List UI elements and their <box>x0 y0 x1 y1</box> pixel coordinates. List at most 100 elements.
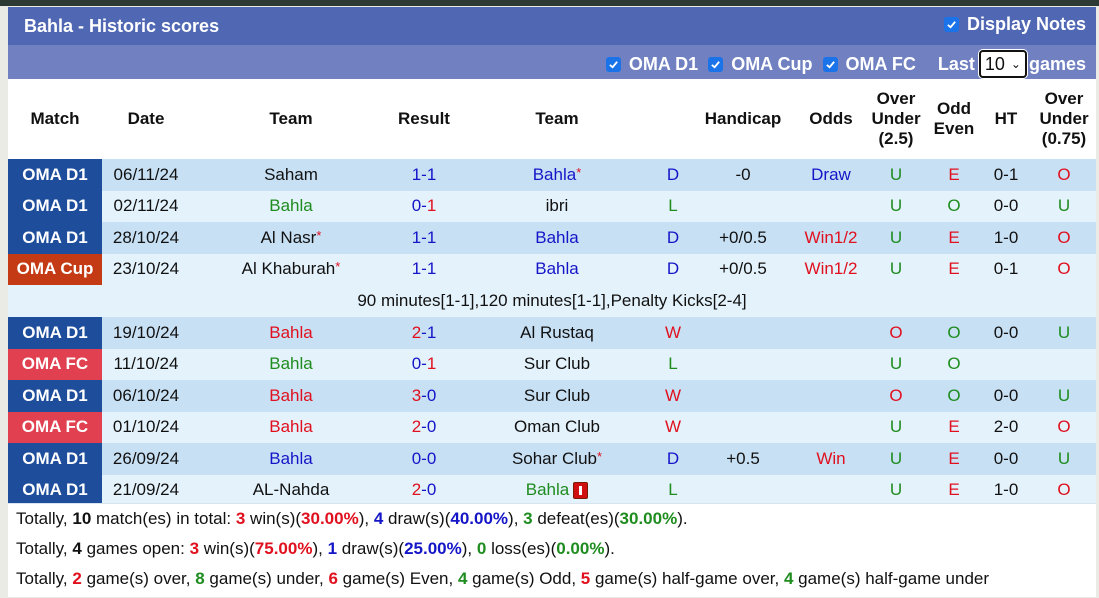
league-badge-text[interactable]: OMA D1 <box>22 480 88 499</box>
away-team[interactable]: Bahla <box>456 474 658 506</box>
away-team[interactable]: Bahla* <box>456 159 658 191</box>
home-team[interactable]: Al Nasr* <box>190 222 392 254</box>
home-team[interactable]: Bahla <box>190 411 392 443</box>
away-team-text[interactable]: Bahla <box>526 480 569 499</box>
home-team-text[interactable]: Bahla <box>269 449 312 468</box>
league-badge-text[interactable]: OMA D1 <box>22 196 88 215</box>
match-date-text: 02/11/24 <box>113 196 179 216</box>
league-badge-text[interactable]: OMA D1 <box>22 386 88 405</box>
away-team-text[interactable]: Sohar Club <box>512 449 597 468</box>
league-badge[interactable]: OMA D1 <box>8 380 102 412</box>
home-team[interactable]: Al Khaburah* <box>190 253 392 285</box>
away-team-text[interactable]: Al Rustaq <box>520 323 594 342</box>
away-team-text[interactable]: Bahla <box>535 259 578 278</box>
match-result[interactable]: 1-1 <box>392 222 456 254</box>
handicap-text: +0/0.5 <box>719 227 767 247</box>
games-count-select[interactable]: 10 ⌄ <box>978 50 1027 78</box>
home-team-text[interactable]: Al Khaburah <box>242 259 336 278</box>
away-team[interactable]: Bahla <box>456 222 658 254</box>
match-result[interactable]: 0-0 <box>392 443 456 475</box>
league-badge[interactable]: OMA Cup <box>8 253 102 285</box>
league-badge-text[interactable]: OMA Cup <box>17 259 94 278</box>
match-result[interactable]: 1-1 <box>392 159 456 191</box>
league-badge[interactable]: OMA D1 <box>8 443 102 475</box>
table-row[interactable]: OMA FC 01/10/24 Bahla 2-0 Oman Club W U E 2-0 O <box>8 411 1096 443</box>
league-badge-text[interactable]: OMA D1 <box>22 323 88 342</box>
league-badge-text[interactable]: OMA D1 <box>22 165 88 184</box>
odd-even: E <box>928 443 980 475</box>
league-badge[interactable]: OMA D1 <box>8 317 102 349</box>
away-team[interactable]: Sur Club <box>456 348 658 380</box>
odds-result <box>798 190 864 222</box>
league-badge[interactable]: OMA FC <box>8 411 102 443</box>
home-team[interactable]: Bahla <box>190 317 392 349</box>
league-badge-text[interactable]: OMA D1 <box>22 449 88 468</box>
home-team[interactable]: Bahla <box>190 190 392 222</box>
odd-even: E <box>928 222 980 254</box>
home-team-text[interactable]: Bahla <box>269 386 312 405</box>
over-under-0-75: U <box>1032 443 1096 475</box>
table-row[interactable]: OMA FC 11/10/24 Bahla 0-1 Sur Club L U O <box>8 348 1096 380</box>
home-team-text[interactable]: Bahla <box>269 196 312 215</box>
home-team-text[interactable]: AL-Nahda <box>253 480 330 499</box>
away-team[interactable]: Sur Club <box>456 380 658 412</box>
home-team[interactable]: Bahla <box>190 443 392 475</box>
checkbox-checked-icon[interactable] <box>822 56 838 72</box>
checkbox-checked-icon[interactable] <box>605 56 621 72</box>
match-result[interactable]: 2-1 <box>392 317 456 349</box>
summary-text: ). <box>604 539 615 558</box>
home-team[interactable]: Bahla <box>190 380 392 412</box>
display-notes-toggle[interactable]: Display Notes <box>943 14 1086 35</box>
away-team[interactable]: Al Rustaq <box>456 317 658 349</box>
home-team[interactable]: Bahla <box>190 348 392 380</box>
checkbox-checked-icon[interactable] <box>943 17 959 32</box>
home-team-text[interactable]: Al Nasr <box>261 228 317 247</box>
filter-oma-d1[interactable]: OMA D1 <box>629 54 698 75</box>
league-badge[interactable]: OMA FC <box>8 348 102 380</box>
away-team[interactable]: Bahla <box>456 253 658 285</box>
filter-oma-cup[interactable]: OMA Cup <box>731 54 812 75</box>
summary-value: 8 <box>195 569 205 588</box>
summary-value: 0 <box>476 539 487 558</box>
away-team-text[interactable]: Bahla <box>535 228 578 247</box>
league-badge-text[interactable]: OMA FC <box>22 417 88 436</box>
away-team-text[interactable]: Sur Club <box>524 386 590 405</box>
home-team[interactable]: AL-Nahda <box>190 474 392 506</box>
table-row[interactable]: OMA D1 26/09/24 Bahla 0-0 Sohar Club* D +0.5 Wi… <box>8 443 1096 475</box>
home-team-text[interactable]: Saham <box>264 165 318 184</box>
checkbox-checked-icon[interactable] <box>708 56 724 72</box>
league-badge[interactable]: OMA D1 <box>8 222 102 254</box>
home-team-text[interactable]: Bahla <box>269 354 312 373</box>
league-badge[interactable]: OMA D1 <box>8 159 102 191</box>
match-result[interactable]: 0-1 <box>392 190 456 222</box>
table-row[interactable]: OMA D1 06/10/24 Bahla 3-0 Sur Club W O O 0-0 U <box>8 380 1096 412</box>
match-result[interactable]: 1-1 <box>392 253 456 285</box>
table-row[interactable]: OMA D1 28/10/24 Al Nasr* 1-1 Bahla D +0/0.5 Win… <box>8 222 1096 254</box>
league-badge-text[interactable]: OMA D1 <box>22 228 88 247</box>
home-team-text[interactable]: Bahla <box>269 323 312 342</box>
away-team-text[interactable]: Sur Club <box>524 354 590 373</box>
away-team[interactable]: Sohar Club* <box>456 443 658 475</box>
away-team-text[interactable]: Bahla <box>533 165 576 184</box>
odds-result-text: Draw <box>811 164 851 184</box>
league-badge[interactable]: OMA D1 <box>8 474 102 506</box>
league-badge-text[interactable]: OMA FC <box>22 354 88 373</box>
table-row[interactable]: OMA D1 06/11/24 Saham 1-1 Bahla* D -0 Draw U E 0-1… <box>8 159 1096 191</box>
table-row[interactable]: OMA D1 02/11/24 Bahla 0-1 ibri L U O 0-0 U <box>8 190 1096 222</box>
match-result[interactable]: 2-0 <box>392 474 456 506</box>
filter-oma-fc[interactable]: OMA FC <box>846 54 916 75</box>
away-team[interactable]: ibri <box>456 190 658 222</box>
match-result[interactable]: 3-0 <box>392 380 456 412</box>
league-badge[interactable]: OMA D1 <box>8 190 102 222</box>
table-row[interactable]: OMA D1 21/09/24 AL-Nahda 2-0 Bahla L U E 1-0 O <box>8 474 1096 506</box>
away-team-text[interactable]: ibri <box>546 196 569 215</box>
home-team[interactable]: Saham <box>190 159 392 191</box>
half-time-score-text: 1-0 <box>993 480 1019 500</box>
match-result[interactable]: 2-0 <box>392 411 456 443</box>
home-team-text[interactable]: Bahla <box>269 417 312 436</box>
away-team-text[interactable]: Oman Club <box>514 417 600 436</box>
table-row[interactable]: OMA D1 19/10/24 Bahla 2-1 Al Rustaq W O O 0-0 U <box>8 317 1096 349</box>
table-row[interactable]: OMA Cup 23/10/24 Al Khaburah* 1-1 Bahla D +0/0… <box>8 253 1096 285</box>
match-result[interactable]: 0-1 <box>392 348 456 380</box>
away-team[interactable]: Oman Club <box>456 411 658 443</box>
